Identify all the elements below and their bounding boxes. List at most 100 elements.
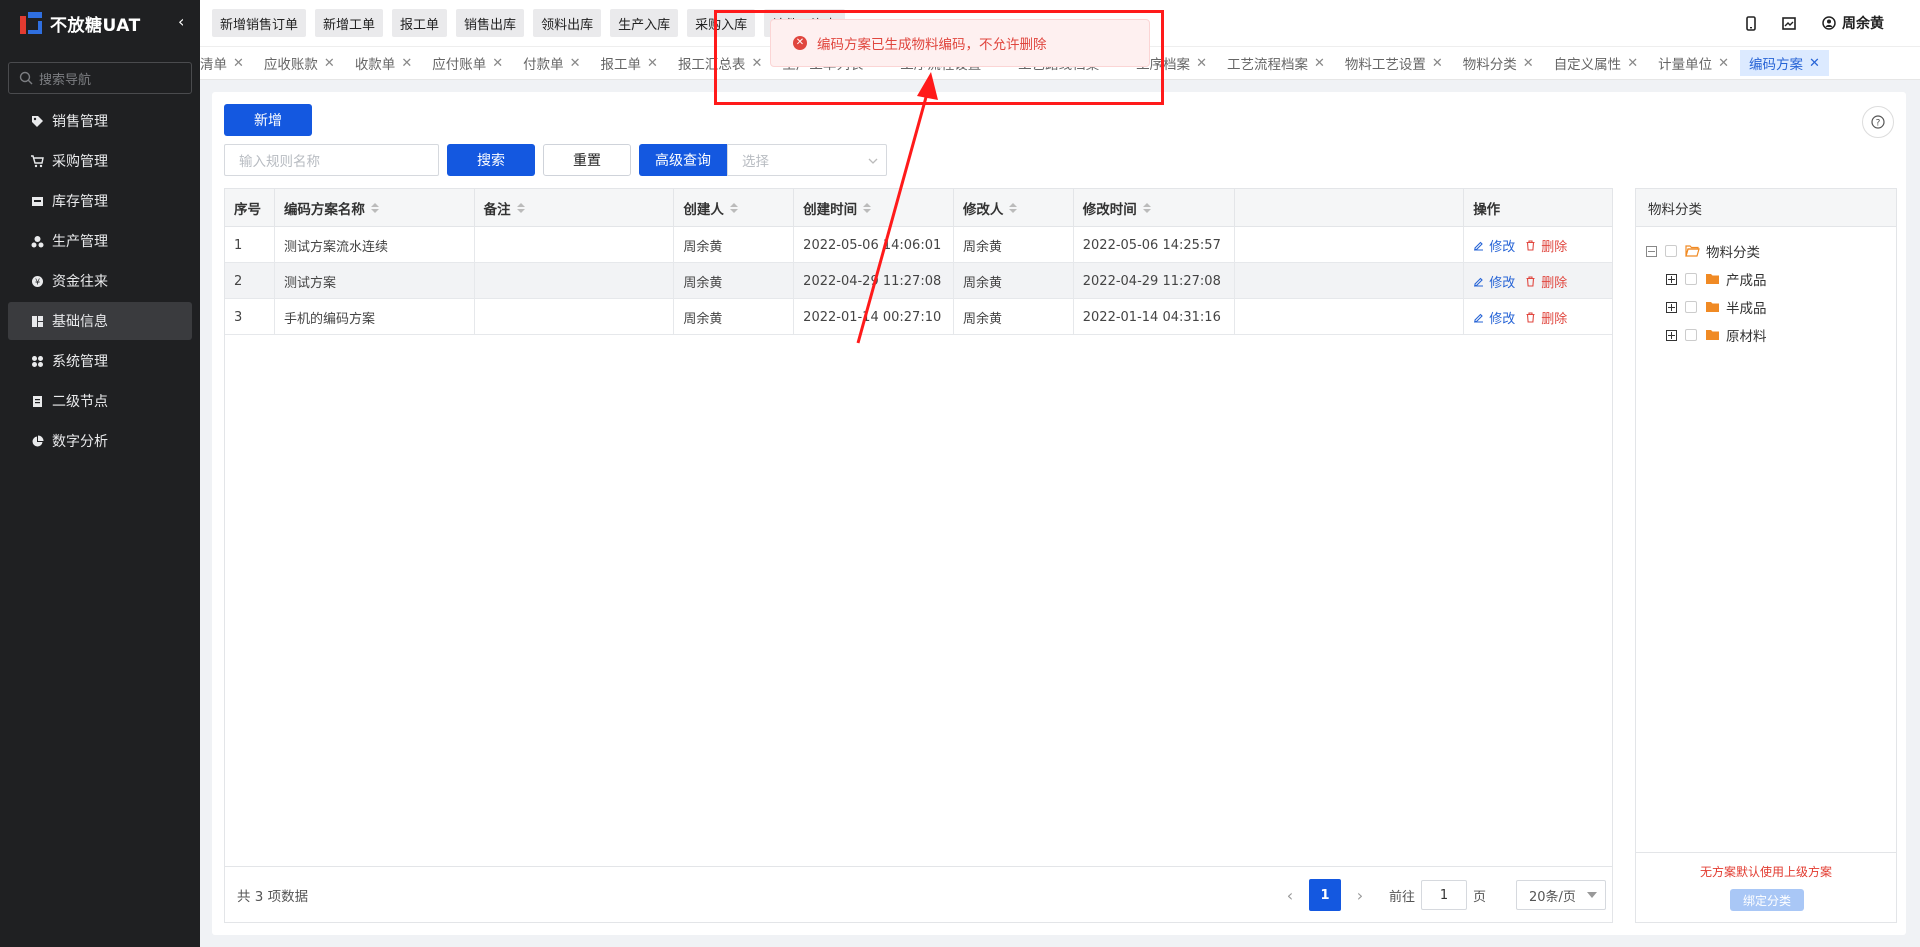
cell-spacer — [1235, 299, 1465, 335]
tree-checkbox[interactable] — [1685, 329, 1697, 341]
sort-icon[interactable] — [729, 203, 738, 213]
goto-page-input[interactable]: 1 — [1420, 880, 1467, 910]
next-page-icon[interactable]: › — [1345, 886, 1375, 905]
tab-receivables[interactable]: 应收账款 ✕ — [255, 50, 344, 76]
sidebar-item-label: 数字分析 — [52, 434, 108, 450]
edit-button[interactable]: 修改 — [1473, 236, 1515, 255]
tab-material-category[interactable]: 物料分类 ✕ — [1454, 50, 1543, 76]
close-icon[interactable]: ✕ — [1314, 56, 1325, 71]
tab-list[interactable]: 清单 ✕ — [200, 50, 253, 76]
close-icon[interactable]: ✕ — [1196, 56, 1207, 71]
sidebar-item-secondary-node[interactable]: 二级节点 — [8, 382, 192, 420]
search-button[interactable]: 搜索 — [447, 144, 535, 176]
mobile-icon[interactable] — [1746, 15, 1756, 31]
quick-production-inbound-button[interactable]: 生产入库 — [610, 9, 679, 37]
collapse-node-icon[interactable] — [1646, 245, 1657, 257]
delete-button[interactable]: 删除 — [1525, 272, 1567, 291]
quick-material-outbound-button[interactable]: 领料出库 — [533, 9, 602, 37]
close-icon[interactable]: ✕ — [1432, 56, 1443, 71]
close-icon[interactable]: ✕ — [1627, 56, 1638, 71]
quick-report-button[interactable]: 报工单 — [392, 9, 448, 37]
delete-button[interactable]: 删除 — [1525, 236, 1567, 255]
tab-custom-attributes[interactable]: 自定义属性 ✕ — [1545, 50, 1647, 76]
header-remark[interactable]: 备注 — [475, 189, 675, 227]
header-modifier[interactable]: 修改人 — [954, 189, 1074, 227]
close-icon[interactable]: ✕ — [324, 56, 335, 71]
sidebar-item-finance[interactable]: ¥ 资金往来 — [8, 262, 192, 300]
tab-payments[interactable]: 付款单 ✕ — [514, 50, 589, 76]
quick-sales-outbound-button[interactable]: 销售出库 — [456, 9, 525, 37]
sidebar-item-basic-info[interactable]: 基础信息 — [8, 302, 192, 340]
page-number-button[interactable]: 1 — [1308, 879, 1341, 911]
cell-created-time: 2022-04-29 11:27:08 — [794, 263, 954, 299]
tree-node-semi-finished[interactable]: 半成品 — [1666, 297, 1767, 317]
close-icon[interactable]: ✕ — [233, 56, 244, 71]
sidebar-item-analytics[interactable]: 数字分析 — [8, 422, 192, 460]
sort-icon[interactable] — [516, 203, 525, 213]
bind-category-button[interactable]: 绑定分类 — [1730, 889, 1804, 911]
table-row[interactable]: 1 测试方案流水连续 周余黄 2022-05-06 14:06:01 周余黄 2… — [225, 227, 1612, 263]
quick-new-work-order-button[interactable]: 新增工单 — [315, 9, 384, 37]
sort-icon[interactable] — [863, 203, 872, 213]
advanced-select[interactable]: 选择 — [727, 144, 887, 176]
expand-node-icon[interactable] — [1666, 329, 1677, 341]
tree-checkbox[interactable] — [1685, 273, 1697, 285]
sidebar-item-system[interactable]: 系统管理 — [8, 342, 192, 380]
edit-button[interactable]: 修改 — [1473, 308, 1515, 327]
prev-page-icon[interactable]: ‹ — [1275, 886, 1305, 905]
tab-payables[interactable]: 应付账单 ✕ — [423, 50, 512, 76]
close-icon[interactable]: ✕ — [1523, 56, 1534, 71]
nav-search-input[interactable]: 搜索导航 — [8, 62, 192, 94]
tab-receipts[interactable]: 收款单 ✕ — [346, 50, 421, 76]
sidebar-item-production[interactable]: 生产管理 — [8, 222, 192, 260]
tree-node-root[interactable]: 物料分类 — [1646, 241, 1760, 261]
sort-icon[interactable] — [1142, 203, 1151, 213]
tree-node-finished-goods[interactable]: 产成品 — [1666, 269, 1767, 289]
quick-new-sales-order-button[interactable]: 新增销售订单 — [212, 9, 307, 37]
tab-work-report[interactable]: 报工单 ✕ — [592, 50, 667, 76]
sidebar-item-sales[interactable]: 销售管理 — [8, 102, 192, 140]
tab-material-craft-settings[interactable]: 物料工艺设置 ✕ — [1336, 50, 1452, 76]
table-row[interactable]: 2 测试方案 周余黄 2022-04-29 11:27:08 周余黄 2022-… — [225, 263, 1612, 299]
expand-node-icon[interactable] — [1666, 301, 1677, 313]
sort-icon[interactable] — [1009, 203, 1018, 213]
money-icon: ¥ — [30, 274, 44, 288]
close-icon[interactable]: ✕ — [570, 56, 581, 71]
tab-label: 计量单位 — [1658, 57, 1713, 73]
tree-node-raw-material[interactable]: 原材料 — [1666, 325, 1767, 345]
tab-craft-flow-archive[interactable]: 工艺流程档案 ✕ — [1218, 50, 1334, 76]
close-icon[interactable]: ✕ — [1809, 56, 1820, 71]
table-footer: 共 3 项数据 ‹ 1 › 前往 1 页 20条/页 — [225, 866, 1612, 922]
cell-no: 2 — [225, 263, 275, 299]
expand-node-icon[interactable] — [1666, 273, 1677, 285]
close-icon[interactable]: ✕ — [492, 56, 503, 71]
close-icon[interactable]: ✕ — [647, 56, 658, 71]
page-size-select[interactable]: 20条/页 — [1516, 880, 1606, 910]
user-menu[interactable]: 周余黄 — [1822, 13, 1884, 33]
close-icon[interactable]: ✕ — [401, 56, 412, 71]
tree-checkbox[interactable] — [1665, 245, 1677, 257]
help-icon[interactable]: ? — [1862, 106, 1894, 138]
add-button[interactable]: 新增 — [224, 104, 312, 136]
close-icon[interactable]: ✕ — [1718, 56, 1729, 71]
reset-button[interactable]: 重置 — [543, 144, 631, 176]
sort-icon[interactable] — [370, 203, 379, 213]
table-row[interactable]: 3 手机的编码方案 周余黄 2022-01-14 00:27:10 周余黄 20… — [225, 299, 1612, 335]
edit-button[interactable]: 修改 — [1473, 272, 1515, 291]
dashboard-icon[interactable] — [1782, 16, 1796, 30]
header-scheme-name[interactable]: 编码方案名称 — [275, 189, 475, 227]
cell-creator: 周余黄 — [674, 263, 795, 299]
tab-units[interactable]: 计量单位 ✕ — [1649, 50, 1738, 76]
rule-name-search-input[interactable]: 输入规则名称 — [224, 144, 439, 176]
header-creator[interactable]: 创建人 — [674, 189, 795, 227]
advanced-query-button[interactable]: 高级查询 — [639, 144, 727, 176]
sidebar-item-purchase[interactable]: 采购管理 — [8, 142, 192, 180]
tree-checkbox[interactable] — [1685, 301, 1697, 313]
header-modified-time[interactable]: 修改时间 — [1074, 189, 1235, 227]
delete-button[interactable]: 删除 — [1525, 308, 1567, 327]
sidebar-item-inventory[interactable]: 库存管理 — [8, 182, 192, 220]
header-created-time[interactable]: 创建时间 — [794, 189, 954, 227]
collapse-sidebar-icon[interactable]: ‹ — [178, 14, 192, 30]
tab-coding-scheme[interactable]: 编码方案 ✕ — [1740, 50, 1829, 76]
svg-text:?: ? — [1876, 119, 1881, 129]
